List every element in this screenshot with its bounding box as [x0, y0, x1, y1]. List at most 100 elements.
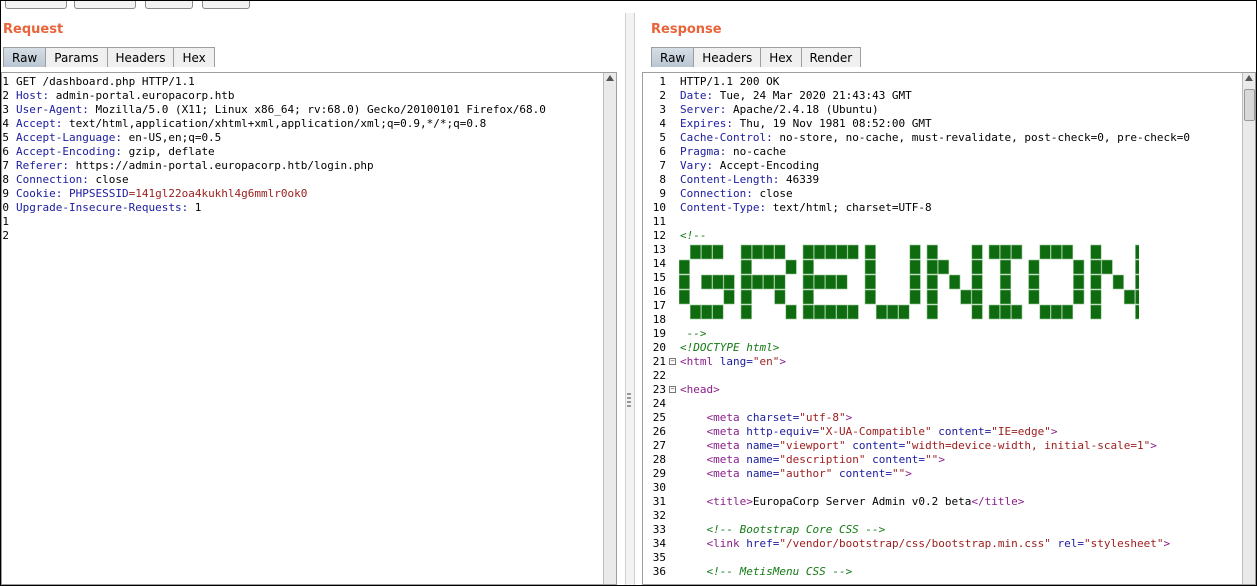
scroll-up-icon[interactable] — [606, 75, 614, 81]
ascii-block — [813, 304, 826, 320]
line-number: 2 — [659, 89, 666, 102]
token: Accept: — [16, 117, 63, 130]
token: Cookie: — [16, 187, 63, 200]
line-text: Pragma: no-cache — [680, 145, 786, 159]
line-text: Host: admin-portal.europacorp.htb — [16, 89, 235, 103]
line-text: <!DOCTYPE html> — [680, 341, 779, 355]
tab-raw[interactable]: Raw — [3, 47, 47, 67]
scroll-up-icon[interactable] — [1245, 75, 1253, 81]
code-line: 23− <head> — [643, 383, 720, 397]
token: <!-- Bootstrap Core CSS --> — [680, 523, 886, 536]
ascii-block — [1135, 304, 1139, 320]
token: </title> — [971, 495, 1025, 508]
tab-headers[interactable]: Headers — [693, 47, 762, 67]
scroll-thumb[interactable] — [1244, 89, 1255, 121]
tab-headers[interactable]: Headers — [106, 47, 175, 67]
split-grip-icon[interactable] — [627, 393, 631, 409]
line-number: 9 — [659, 187, 666, 200]
ascii-block — [909, 244, 921, 260]
line-number: 23 — [652, 383, 666, 396]
token: <meta — [680, 411, 747, 424]
split-divider[interactable] — [625, 13, 635, 585]
ascii-block — [785, 304, 797, 320]
ascii-block — [802, 289, 814, 305]
code-line: 16 — [643, 285, 666, 299]
line-number: 21 — [652, 355, 666, 368]
token: content= — [845, 439, 906, 452]
token: > — [938, 453, 945, 466]
tab-render[interactable]: Render — [800, 47, 862, 67]
ascii-block — [949, 274, 961, 290]
line-text: <meta http-equiv="X-UA-Compatible" conte… — [680, 425, 1057, 439]
tab-params[interactable]: Params — [45, 47, 108, 67]
tab-raw[interactable]: Raw — [651, 47, 695, 67]
code-line: 4 Expires: Thu, 19 Nov 1981 08:52:00 GMT — [643, 117, 931, 131]
ascii-block — [1073, 289, 1085, 305]
response-scrollbar[interactable] — [1242, 73, 1255, 584]
code-line: 26 <meta http-equiv="X-UA-Compatible" co… — [643, 425, 1058, 439]
code-line: 21− <html lang="en"> — [643, 355, 786, 369]
code-line: 5 Accept-Language: en-US,en;q=0.5 — [2, 131, 221, 145]
line-text: Server: Apache/2.4.18 (Ubuntu) — [680, 103, 879, 117]
token: http-equiv= — [746, 425, 820, 438]
ascii-block — [836, 244, 848, 260]
ascii-block — [1135, 259, 1139, 275]
token: admin-portal.europacorp.htb — [49, 89, 235, 102]
token: content= — [865, 453, 926, 466]
token: Date: — [680, 89, 714, 102]
line-number: 19 — [652, 327, 666, 340]
ascii-block — [864, 274, 876, 290]
token: <meta — [680, 425, 747, 438]
ascii-block — [937, 259, 950, 275]
ascii-block — [1028, 274, 1040, 290]
line-number: 14 — [652, 257, 666, 270]
ascii-block — [898, 304, 910, 320]
request-editor[interactable]: 1 GET /dashboard.php HTTP/1.1 2 Host: admin… — [1, 72, 617, 585]
token: rel= — [1050, 537, 1085, 550]
ascii-block — [689, 304, 702, 320]
ascii-block — [864, 244, 876, 260]
request-pane: Request Raw Params Headers Hex 1 GET /dashbo… — [1, 1, 621, 585]
fold-toggle-icon[interactable]: − — [669, 386, 676, 393]
line-text: GET /dashboard.php HTTP/1.1 — [16, 75, 195, 89]
code-line: 13 — [643, 243, 666, 257]
request-scrollbar[interactable] — [603, 73, 616, 584]
line-number: 25 — [652, 411, 666, 424]
ascii-block — [971, 289, 983, 305]
ascii-block — [960, 289, 972, 305]
line-number: 10 — [652, 201, 666, 214]
line-number: 33 — [652, 523, 666, 536]
ascii-block — [1039, 304, 1051, 320]
line-number: 1 — [659, 75, 666, 88]
code-line: 6 Pragma: no-cache — [643, 145, 786, 159]
ascii-block — [1135, 289, 1139, 305]
ascii-block — [679, 259, 690, 275]
token: > — [779, 355, 786, 368]
tab-hex[interactable]: Hex — [173, 47, 215, 67]
ascii-block — [712, 304, 724, 320]
ascii-block — [785, 259, 797, 275]
response-editor[interactable]: 1 HTTP/1.1 200 OK 2 Date: Tue, 24 Mar 2020 … — [642, 72, 1256, 585]
line-number: 12 — [652, 229, 666, 242]
token: > — [905, 467, 912, 480]
ascii-block — [1123, 289, 1136, 305]
ascii-block — [774, 244, 786, 260]
token: close — [752, 187, 793, 200]
ascii-block — [1135, 274, 1139, 290]
code-line: 1 HTTP/1.1 200 OK — [643, 75, 779, 89]
ascii-block — [825, 244, 837, 260]
code-line: 9 Cookie: PHPSESSID=141gl22oa4kukhl4g6mml… — [2, 187, 307, 201]
ascii-block — [1050, 304, 1062, 320]
code-line: 19 --> — [643, 327, 707, 341]
tab-hex[interactable]: Hex — [760, 47, 802, 67]
code-line: 14 — [643, 257, 666, 271]
line-text: <meta name="description" content=""> — [680, 453, 945, 467]
ascii-block — [802, 274, 814, 290]
token: "stylesheet" — [1084, 537, 1164, 550]
code-line: 7 Vary: Accept-Encoding — [643, 159, 819, 173]
ascii-block — [1050, 244, 1062, 260]
fold-toggle-icon[interactable]: − — [669, 358, 676, 365]
ascii-block — [712, 244, 724, 260]
ascii-block — [740, 274, 752, 290]
token: PHPSESSID — [62, 187, 129, 200]
